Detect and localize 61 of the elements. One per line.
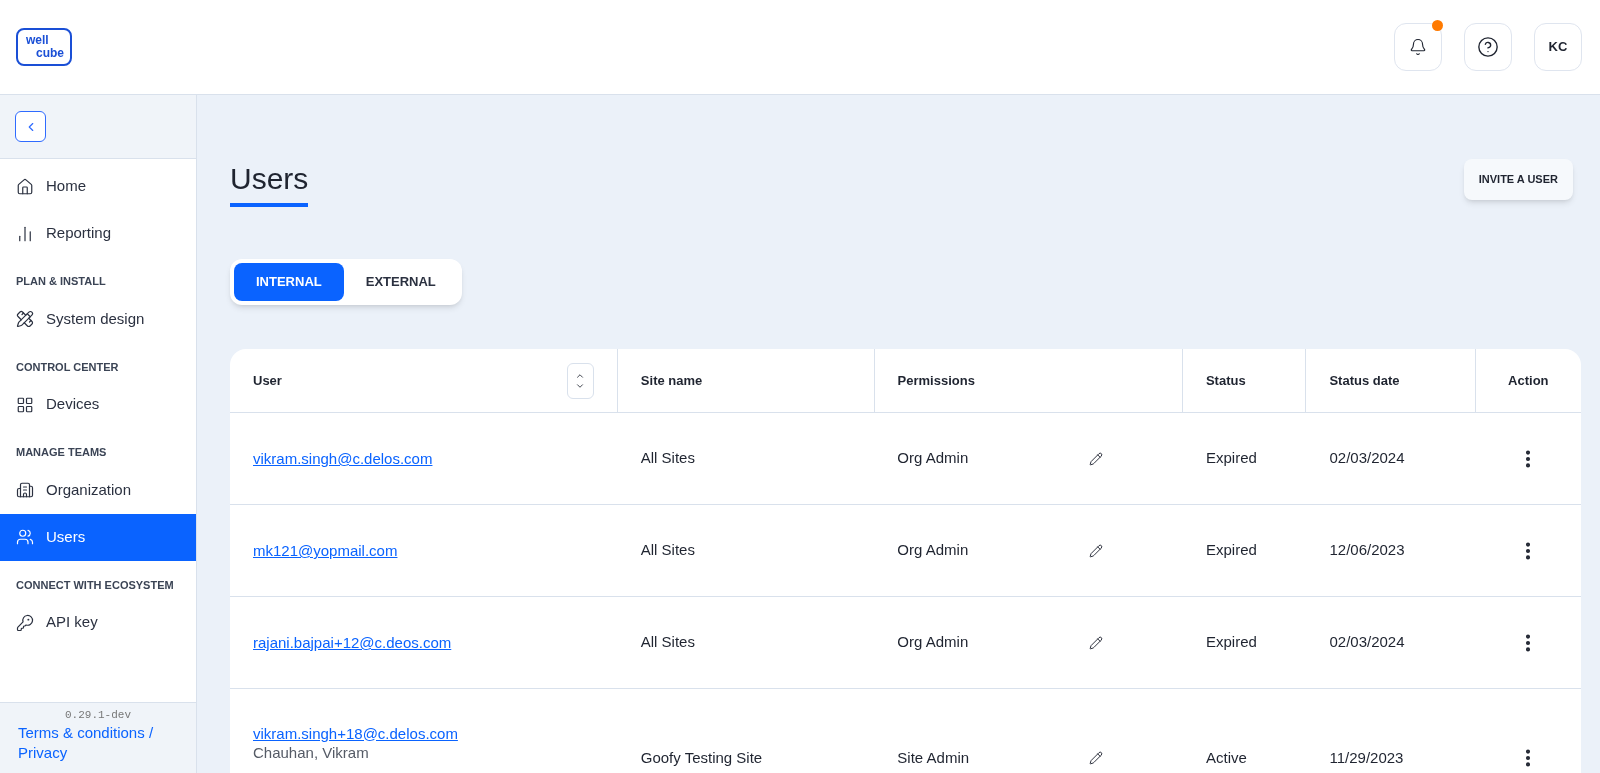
nav-item[interactable]: Users	[0, 513, 196, 561]
permission-label: Org Admin	[897, 632, 969, 653]
home-icon	[16, 177, 34, 196]
nav-item[interactable]: System design	[0, 295, 196, 343]
nav-item[interactable]: API key	[0, 599, 196, 646]
user-email-link[interactable]: mk121@yopmail.com	[253, 541, 595, 560]
nav-section-heading: CONTROL CENTER	[15, 359, 120, 375]
nav-item[interactable]: Devices	[0, 381, 196, 428]
terms-link[interactable]: Terms & conditions / Privacy	[18, 723, 178, 763]
edit-icon[interactable]	[1089, 635, 1103, 650]
column-header: User	[253, 371, 282, 390]
permission-label: Org Admin	[897, 448, 969, 469]
help-button[interactable]	[1464, 23, 1512, 71]
nav-section-heading: PLAN & INSTALL	[15, 274, 107, 289]
nav-item[interactable]: Organization	[0, 466, 196, 514]
site-name: All Sites	[640, 541, 695, 559]
tab[interactable]: EXTERNAL	[343, 263, 458, 301]
nav-section-heading: CONNECT WITH ECOSYSTEM	[15, 577, 175, 593]
status-label: Expired	[1206, 541, 1257, 559]
edit-icon[interactable]	[1089, 543, 1103, 558]
column-header: Status	[1205, 371, 1246, 390]
site-name: Goofy Testing Site	[640, 748, 763, 766]
status-date: 12/06/2023	[1329, 541, 1405, 559]
building-icon	[16, 481, 34, 499]
user-name: Chauhan, Vikram	[253, 742, 370, 762]
user-email-link[interactable]: vikram.singh+18@c.delos.com	[253, 723, 595, 743]
nav-section-heading: MANAGE TEAMS	[15, 445, 108, 460]
permission-label: Org Admin	[897, 540, 969, 561]
user-email-link[interactable]: vikram.singh@c.delos.com	[253, 449, 595, 468]
nav-item[interactable]: Home	[0, 163, 196, 210]
notifications-button[interactable]	[1394, 23, 1442, 71]
page-title: Users	[230, 161, 309, 207]
edit-icon[interactable]	[1089, 451, 1103, 466]
logo: well cube	[16, 28, 72, 66]
site-name: All Sites	[640, 633, 695, 651]
column-header: Site name	[640, 371, 703, 390]
user-email-link[interactable]: rajani.bajpai+12@c.deos.com	[253, 633, 595, 652]
permission-label: Site Admin	[897, 747, 970, 768]
column-header: Action	[1508, 371, 1549, 390]
bell-icon	[1409, 38, 1427, 56]
avatar-button[interactable]: KC	[1534, 23, 1582, 71]
column-header: Status date	[1329, 371, 1400, 390]
pencil-ruler-icon	[16, 310, 34, 328]
status-date: 11/29/2023	[1329, 748, 1404, 766]
version-label: 0.29.1-dev	[64, 707, 132, 723]
status-label: Expired	[1206, 633, 1257, 651]
column-header: Permissions	[897, 371, 975, 390]
status-label: Active	[1206, 748, 1247, 766]
invite-user-button[interactable]: INVITE A USER	[1463, 159, 1573, 200]
site-name: All Sites	[640, 449, 695, 467]
collapse-button[interactable]	[15, 111, 46, 142]
tab[interactable]: INTERNAL	[234, 263, 344, 301]
status-label: Expired	[1206, 449, 1257, 467]
status-date: 02/03/2024	[1329, 449, 1405, 467]
help-icon	[1477, 36, 1499, 58]
key-icon	[16, 613, 34, 632]
bar-chart-icon	[16, 224, 34, 243]
nav-item[interactable]: Reporting	[0, 210, 196, 257]
status-date: 02/03/2024	[1329, 633, 1405, 651]
users-icon	[16, 528, 34, 546]
edit-icon[interactable]	[1089, 751, 1103, 765]
